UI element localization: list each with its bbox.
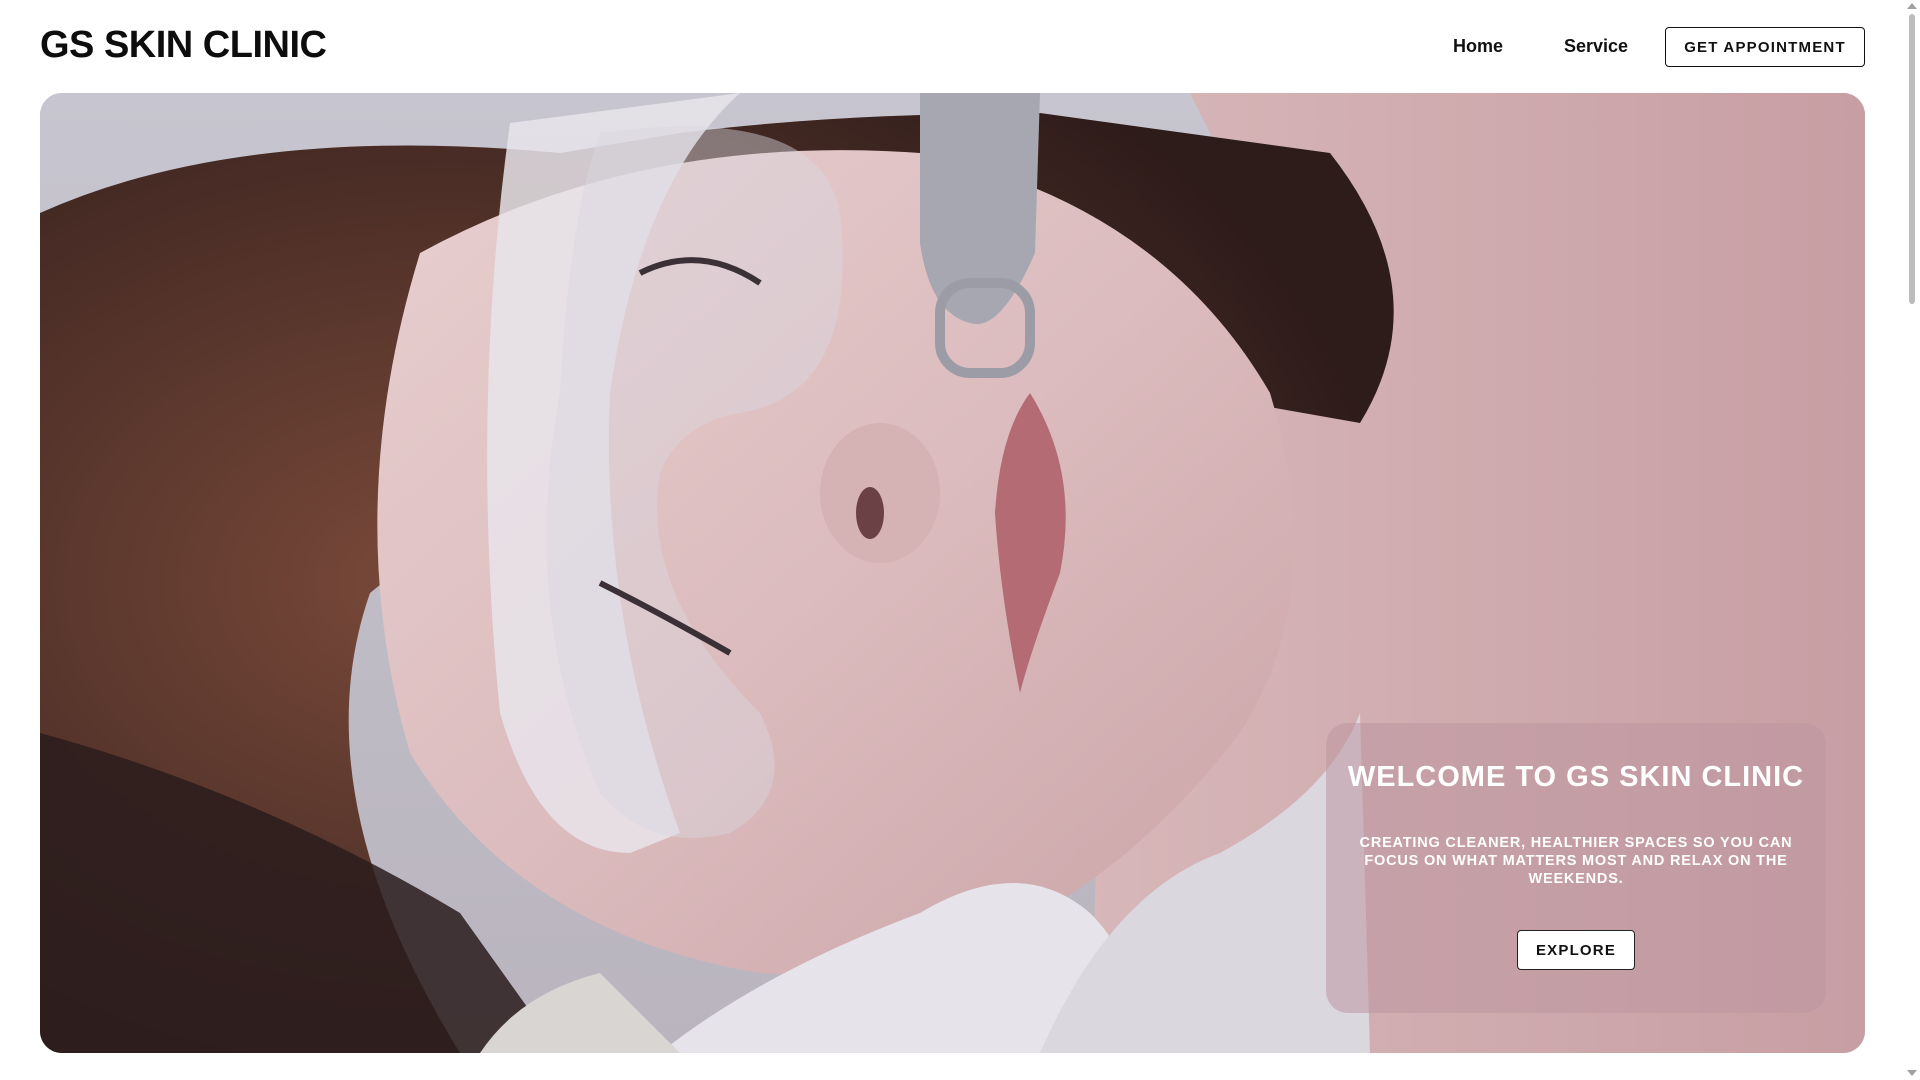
explore-button[interactable]: EXPLORE — [1517, 930, 1635, 970]
site-logo[interactable]: GS SKIN CLINIC — [40, 24, 327, 67]
welcome-title: WELCOME TO GS SKIN CLINIC — [1347, 761, 1805, 793]
scroll-down-icon[interactable] — [1907, 1070, 1917, 1076]
welcome-card: WELCOME TO GS SKIN CLINIC CREATING CLEAN… — [1326, 723, 1826, 1013]
scroll-up-icon[interactable] — [1907, 3, 1917, 9]
nav-service-link[interactable]: Service — [1564, 36, 1628, 57]
get-appointment-button[interactable]: GET APPOINTMENT — [1665, 27, 1865, 67]
hero-banner: WELCOME TO GS SKIN CLINIC CREATING CLEAN… — [40, 93, 1865, 1053]
site-header: GS SKIN CLINIC Home Service GET APPOINTM… — [0, 0, 1904, 92]
scroll-thumb[interactable] — [1909, 14, 1915, 304]
nav-home-link[interactable]: Home — [1453, 36, 1503, 57]
page: GS SKIN CLINIC Home Service GET APPOINTM… — [0, 0, 1920, 1080]
welcome-subtitle: CREATING CLEANER, HEALTHIER SPACES SO YO… — [1359, 835, 1793, 887]
vertical-scrollbar[interactable] — [1904, 0, 1920, 1080]
